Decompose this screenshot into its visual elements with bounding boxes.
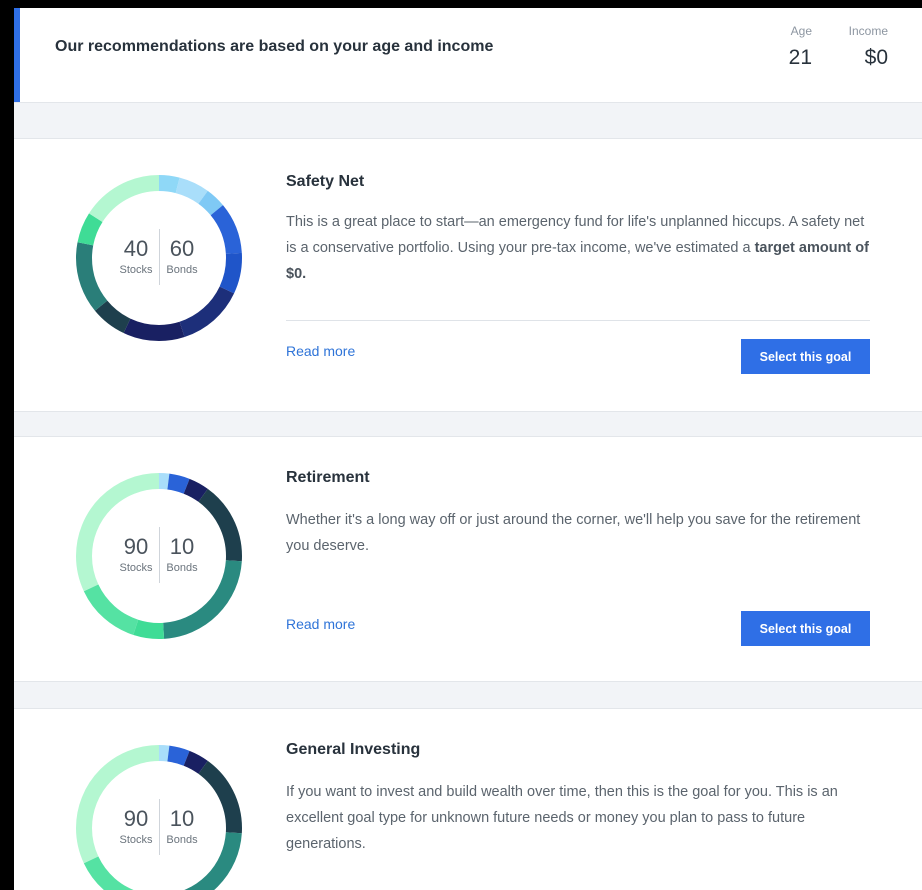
bonds-allocation: 10 Bonds bbox=[160, 535, 204, 575]
age-value: 21 bbox=[788, 46, 812, 69]
stocks-label: Stocks bbox=[119, 834, 153, 846]
stocks-allocation: 90 Stocks bbox=[114, 535, 158, 575]
stocks-percent: 90 bbox=[123, 806, 149, 831]
age-label: Age bbox=[790, 24, 812, 38]
allocation-donut: 40 Stocks 60 Bonds bbox=[76, 175, 242, 341]
goal-description: This is a great place to start—an emerge… bbox=[286, 209, 876, 287]
income-stat: Income $0 bbox=[834, 24, 888, 73]
read-more-link[interactable]: Read more bbox=[286, 343, 355, 359]
income-value: $0 bbox=[864, 46, 888, 69]
bonds-allocation: 60 Bonds bbox=[160, 237, 204, 277]
goal-title: Safety Net bbox=[286, 173, 365, 190]
stocks-percent: 90 bbox=[123, 534, 149, 559]
stocks-label: Stocks bbox=[119, 264, 153, 276]
goal-description: Whether it's a long way off or just arou… bbox=[286, 512, 861, 554]
stocks-percent: 40 bbox=[123, 236, 149, 261]
bonds-label: Bonds bbox=[166, 562, 198, 574]
age-stat: Age 21 bbox=[782, 24, 812, 73]
card-divider bbox=[286, 320, 870, 321]
allocation-split: 90 Stocks 10 Bonds bbox=[76, 745, 242, 890]
stocks-label: Stocks bbox=[119, 562, 153, 574]
goal-card-retirement: 90 Stocks 10 Bonds Retirement Whether it… bbox=[14, 436, 922, 682]
header-title: Our recommendations are based on your ag… bbox=[55, 38, 494, 55]
bonds-percent: 10 bbox=[169, 534, 195, 559]
recommendations-panel: Our recommendations are based on your ag… bbox=[14, 8, 922, 890]
bonds-allocation: 10 Bonds bbox=[160, 807, 204, 847]
goal-title: Retirement bbox=[286, 469, 370, 486]
goal-description: If you want to invest and build wealth o… bbox=[286, 784, 838, 852]
recommendation-header: Our recommendations are based on your ag… bbox=[14, 8, 922, 103]
allocation-split: 90 Stocks 10 Bonds bbox=[76, 473, 242, 639]
bonds-percent: 10 bbox=[169, 806, 195, 831]
select-goal-button[interactable]: Select this goal bbox=[741, 339, 870, 374]
stocks-allocation: 90 Stocks bbox=[114, 807, 158, 847]
income-label: Income bbox=[848, 24, 888, 38]
bonds-percent: 60 bbox=[169, 236, 195, 261]
allocation-donut: 90 Stocks 10 Bonds bbox=[76, 745, 242, 890]
bonds-label: Bonds bbox=[166, 834, 198, 846]
header-accent-bar bbox=[14, 8, 20, 102]
goal-title: General Investing bbox=[286, 741, 421, 758]
allocation-donut: 90 Stocks 10 Bonds bbox=[76, 473, 242, 639]
goal-card-general-investing: 90 Stocks 10 Bonds General Investing If … bbox=[14, 708, 922, 890]
stocks-allocation: 40 Stocks bbox=[114, 237, 158, 277]
bonds-label: Bonds bbox=[166, 264, 198, 276]
read-more-link[interactable]: Read more bbox=[286, 616, 355, 632]
select-goal-button[interactable]: Select this goal bbox=[741, 611, 870, 646]
allocation-split: 40 Stocks 60 Bonds bbox=[76, 175, 242, 341]
goal-card-safety-net: 40 Stocks 60 Bonds Safety Net This is a … bbox=[14, 138, 922, 412]
